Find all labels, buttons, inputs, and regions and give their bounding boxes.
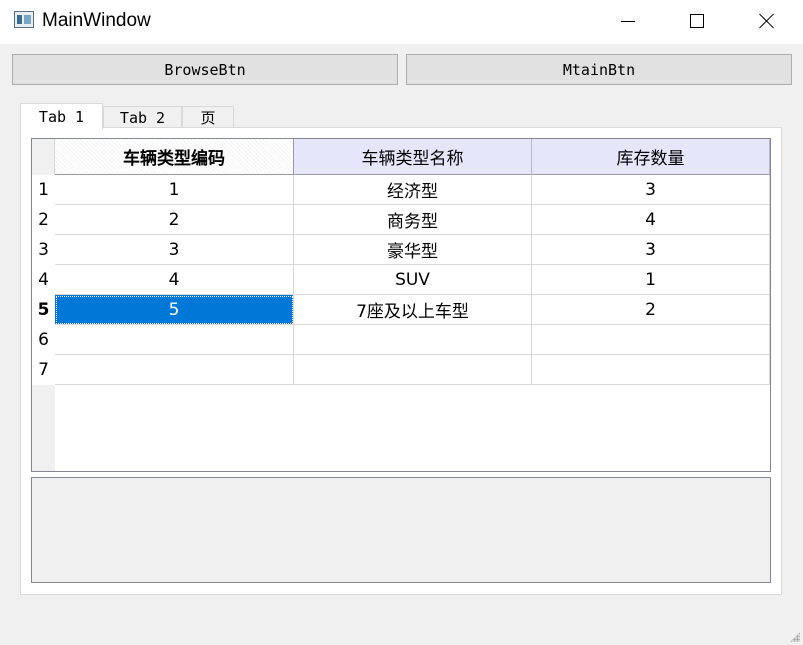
table-cell[interactable]: 商务型 [294,205,532,235]
maximize-icon[interactable] [674,0,720,44]
table-cell[interactable] [55,355,294,385]
column-header-stock-qty[interactable]: 库存数量 [532,139,770,175]
title-bar: MainWindow [0,0,803,44]
table-cell[interactable]: 3 [55,235,294,265]
output-text-area[interactable] [31,477,771,583]
row-header[interactable]: 4 [32,265,55,295]
browse-button[interactable]: BrowseBtn [12,54,398,85]
row-header[interactable]: 1 [32,175,55,205]
minimize-icon[interactable] [604,0,650,44]
table-cell[interactable]: 7座及以上车型 [294,295,532,325]
window-title: MainWindow [42,10,151,31]
table-cell[interactable]: 经济型 [294,175,532,205]
table-cell[interactable]: 2 [55,205,294,235]
close-icon[interactable] [744,0,790,44]
table-cell[interactable]: 3 [532,235,770,265]
table-cell[interactable]: 3 [532,175,770,205]
vehicle-type-table[interactable]: 车辆类型编码 车辆类型名称 库存数量 1 1 经济型 3 2 2 商务型 4 3… [31,138,771,472]
row-header-selected[interactable]: 5 [32,295,55,325]
table-cell[interactable] [294,325,532,355]
selected-table-cell[interactable]: 5 [55,295,294,325]
column-header-type-name[interactable]: 车辆类型名称 [294,139,532,175]
app-window-icon [14,11,34,28]
row-header[interactable]: 7 [32,355,55,385]
table-cell[interactable]: 2 [532,295,770,325]
table-cell[interactable]: 4 [55,265,294,295]
row-header[interactable]: 6 [32,325,55,355]
table-cell[interactable]: 1 [55,175,294,205]
tab-1[interactable]: Tab 1 [20,103,103,130]
mtain-button[interactable]: MtainBtn [406,54,792,85]
row-header[interactable]: 3 [32,235,55,265]
tab-page[interactable]: 页 [182,106,234,128]
table-cell[interactable] [532,355,770,385]
table-corner-button[interactable] [32,139,55,175]
table-cell[interactable] [294,355,532,385]
table-cell[interactable]: 豪华型 [294,235,532,265]
table-cell[interactable] [532,325,770,355]
column-header-type-code[interactable]: 车辆类型编码 [55,139,294,175]
table-cell[interactable]: 4 [532,205,770,235]
table-cell[interactable]: 1 [532,265,770,295]
resize-grip-icon[interactable] [790,632,800,642]
row-header[interactable]: 2 [32,205,55,235]
tab-2[interactable]: Tab 2 [103,106,182,128]
table-cell[interactable]: SUV [294,265,532,295]
table-cell[interactable] [55,325,294,355]
